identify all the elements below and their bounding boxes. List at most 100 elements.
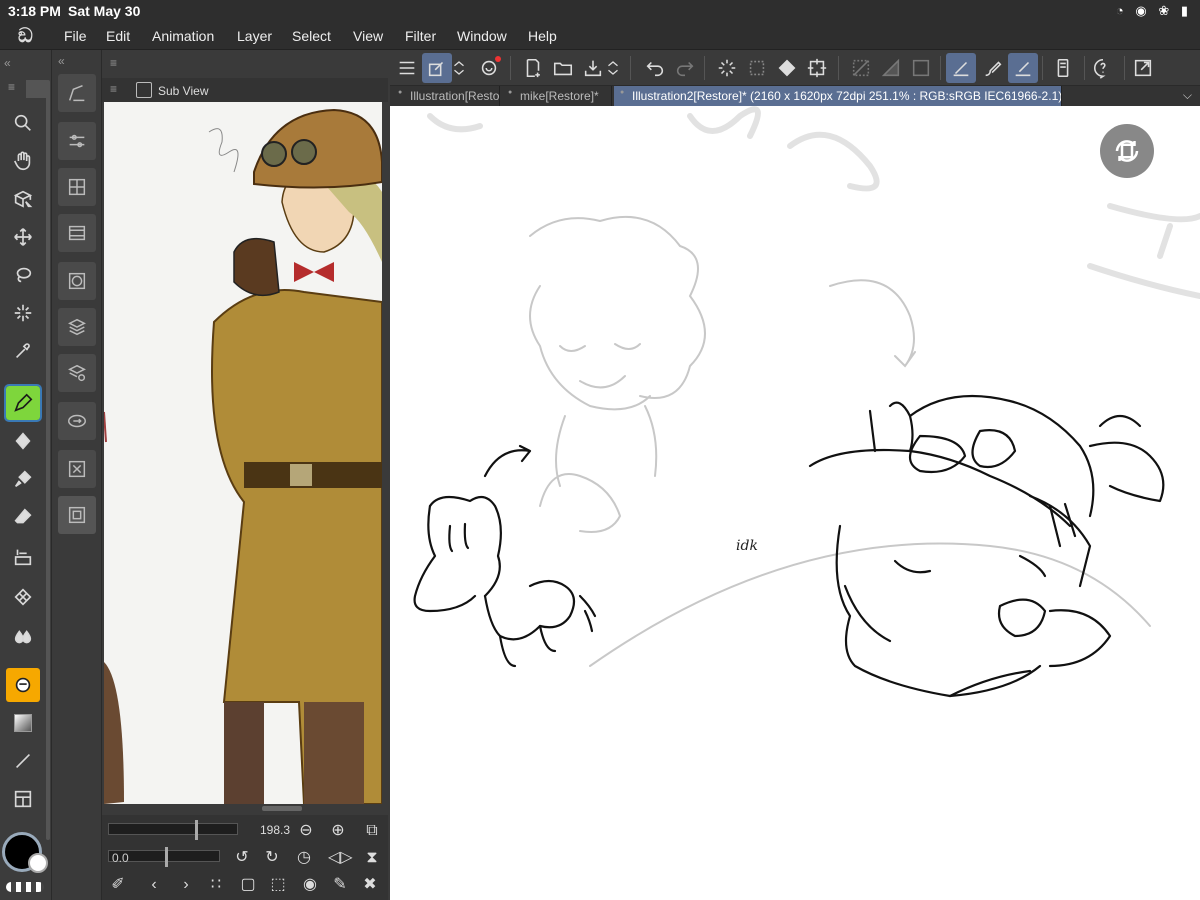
animation-cels-icon[interactable]	[58, 402, 96, 440]
eyedropper-tool-icon[interactable]	[6, 334, 40, 368]
add-image-icon[interactable]: ⬚	[268, 875, 288, 895]
snap-ruler-icon[interactable]	[846, 53, 876, 83]
sub-view-icon[interactable]	[58, 496, 96, 534]
pencil-tool-icon[interactable]	[6, 424, 40, 458]
brush-stabilizer-icon[interactable]	[978, 53, 1008, 83]
eraser-tool-icon[interactable]	[6, 500, 40, 534]
collapse-dock-icon[interactable]: «	[58, 54, 65, 68]
grid-view-icon[interactable]: ∷	[206, 875, 226, 895]
pen-pressure-icon[interactable]	[946, 53, 976, 83]
sub-color-swatch[interactable]	[28, 853, 48, 873]
rotate-left-icon[interactable]: ↺	[232, 848, 252, 868]
menu-layer[interactable]: Layer	[237, 28, 272, 44]
clear-icon[interactable]	[712, 53, 742, 83]
layer-search-icon[interactable]	[58, 354, 96, 392]
layer-property-icon[interactable]	[58, 262, 96, 300]
flip-horizontal-icon[interactable]: ◁▷	[328, 848, 353, 868]
snap-special-ruler-icon[interactable]	[876, 53, 906, 83]
previous-image-icon[interactable]: ‹	[144, 875, 164, 895]
brush-size-icon[interactable]	[58, 122, 96, 160]
undo-icon[interactable]	[640, 53, 670, 83]
selection-launcher-icon[interactable]	[422, 53, 452, 83]
color-set-icon[interactable]	[58, 168, 96, 206]
subview-title: Sub View	[158, 84, 209, 98]
menu-edit[interactable]: Edit	[106, 28, 130, 44]
companion-app-icon[interactable]	[474, 53, 504, 83]
zoom-in-icon[interactable]: ⊕	[328, 821, 348, 841]
subview-scrollbar[interactable]	[262, 806, 302, 811]
timeline-icon[interactable]	[58, 214, 96, 252]
import-image-icon[interactable]: ▢	[238, 875, 258, 895]
navigator-icon[interactable]	[58, 450, 96, 488]
redo-icon[interactable]	[670, 53, 700, 83]
sub-view-panel: ≡ ≡ Sub View 198.3 ⊖ ⊕ ⧉ 0.0 ↺ ↻ ◷ ◁▷ ⧗ …	[102, 50, 388, 900]
help-icon[interactable]	[1088, 53, 1118, 83]
text-tool-icon[interactable]	[6, 668, 40, 702]
menu-select[interactable]: Select	[292, 28, 331, 44]
menu-window[interactable]: Window	[457, 28, 507, 44]
file-stepper-icon[interactable]	[604, 53, 622, 83]
tabs-dropdown-icon[interactable]: ⌵	[1183, 88, 1192, 103]
transform-icon[interactable]	[802, 53, 832, 83]
pen-tool-icon[interactable]	[4, 384, 42, 422]
tool-property-icon[interactable]	[58, 74, 96, 112]
reset-rotation-icon[interactable]: ◷	[294, 848, 314, 868]
menu-view[interactable]: View	[353, 28, 383, 44]
reference-image[interactable]	[104, 102, 382, 804]
menu-file[interactable]: File	[64, 28, 87, 44]
rotate-canvas-icon[interactable]	[1100, 124, 1154, 178]
fill-tool-icon[interactable]	[6, 540, 40, 574]
move-tool-icon[interactable]	[6, 220, 40, 254]
delete-image-icon[interactable]: ✖	[360, 875, 380, 895]
collapse-left-icon[interactable]: «	[4, 56, 11, 70]
subview-options-icon[interactable]: ≡	[110, 82, 117, 96]
zoom-tool-icon[interactable]	[6, 106, 40, 140]
camera-icon[interactable]: ◉	[300, 875, 320, 895]
next-image-icon[interactable]: ›	[176, 875, 196, 895]
line-tool-icon[interactable]	[6, 744, 40, 778]
blend-tool-icon[interactable]	[6, 620, 40, 654]
lasso-tool-icon[interactable]	[6, 258, 40, 292]
menu-help[interactable]: Help	[528, 28, 557, 44]
toolbar-stepper-icon[interactable]	[450, 53, 468, 83]
new-file-icon[interactable]	[518, 53, 548, 83]
fit-view-icon[interactable]: ⧉	[362, 821, 382, 841]
clear-outside-selection-icon[interactable]	[742, 53, 772, 83]
layers-icon[interactable]	[58, 308, 96, 346]
zoom-slider[interactable]	[108, 820, 238, 840]
tab-illustration[interactable]: Illustration[Restore]*	[392, 86, 500, 106]
transparent-color-swatch[interactable]	[6, 882, 44, 892]
gradient-tool-icon[interactable]	[6, 706, 40, 740]
drawing-canvas[interactable]: idk	[390, 106, 1200, 900]
snap-grid-icon[interactable]	[906, 53, 936, 83]
subview-eyedropper-icon[interactable]: ✐	[108, 875, 128, 895]
subview-menu-icon[interactable]: ≡	[110, 56, 117, 70]
hamburger-menu-icon[interactable]	[392, 53, 422, 83]
menu-filter[interactable]: Filter	[405, 28, 436, 44]
tab-mike[interactable]: mike[Restore]*	[502, 86, 612, 106]
flip-vertical-icon[interactable]: ⧗	[362, 848, 382, 868]
palette-menu-icon[interactable]: ≡	[8, 80, 15, 94]
edit-image-icon[interactable]: ✎	[330, 875, 350, 895]
frame-tool-icon[interactable]	[6, 782, 40, 816]
rotate-right-icon[interactable]: ↻	[262, 848, 282, 868]
menu-animation[interactable]: Animation	[152, 28, 214, 44]
fill-selection-icon[interactable]	[772, 53, 802, 83]
fullscreen-icon[interactable]	[1128, 53, 1158, 83]
wifi-icon: ◔	[1115, 3, 1128, 18]
tab-illustration2[interactable]: Illustration2[Restore]* (2160 x 1620px 7…	[614, 86, 1062, 106]
hand-tool-icon[interactable]	[6, 144, 40, 178]
status-bar: 3:18 PM Sat May 30 ◔ ◉ ❀ ▮	[0, 0, 1200, 22]
pattern-tool-icon[interactable]	[6, 580, 40, 614]
magic-wand-tool-icon[interactable]	[6, 296, 40, 330]
open-file-icon[interactable]	[548, 53, 578, 83]
palette-dock: «	[52, 50, 102, 900]
ruler-snap-icon[interactable]	[1008, 53, 1038, 83]
operation-tool-icon[interactable]	[6, 182, 40, 216]
brush-tool-icon[interactable]	[6, 462, 40, 496]
tool-scrollbar[interactable]	[46, 80, 50, 840]
zoom-out-icon[interactable]: ⊖	[296, 821, 316, 841]
zoom-value: 198.3	[260, 823, 291, 837]
tablet-mode-icon[interactable]	[1048, 53, 1078, 83]
app-logo-icon[interactable]: ඞ	[18, 25, 40, 47]
